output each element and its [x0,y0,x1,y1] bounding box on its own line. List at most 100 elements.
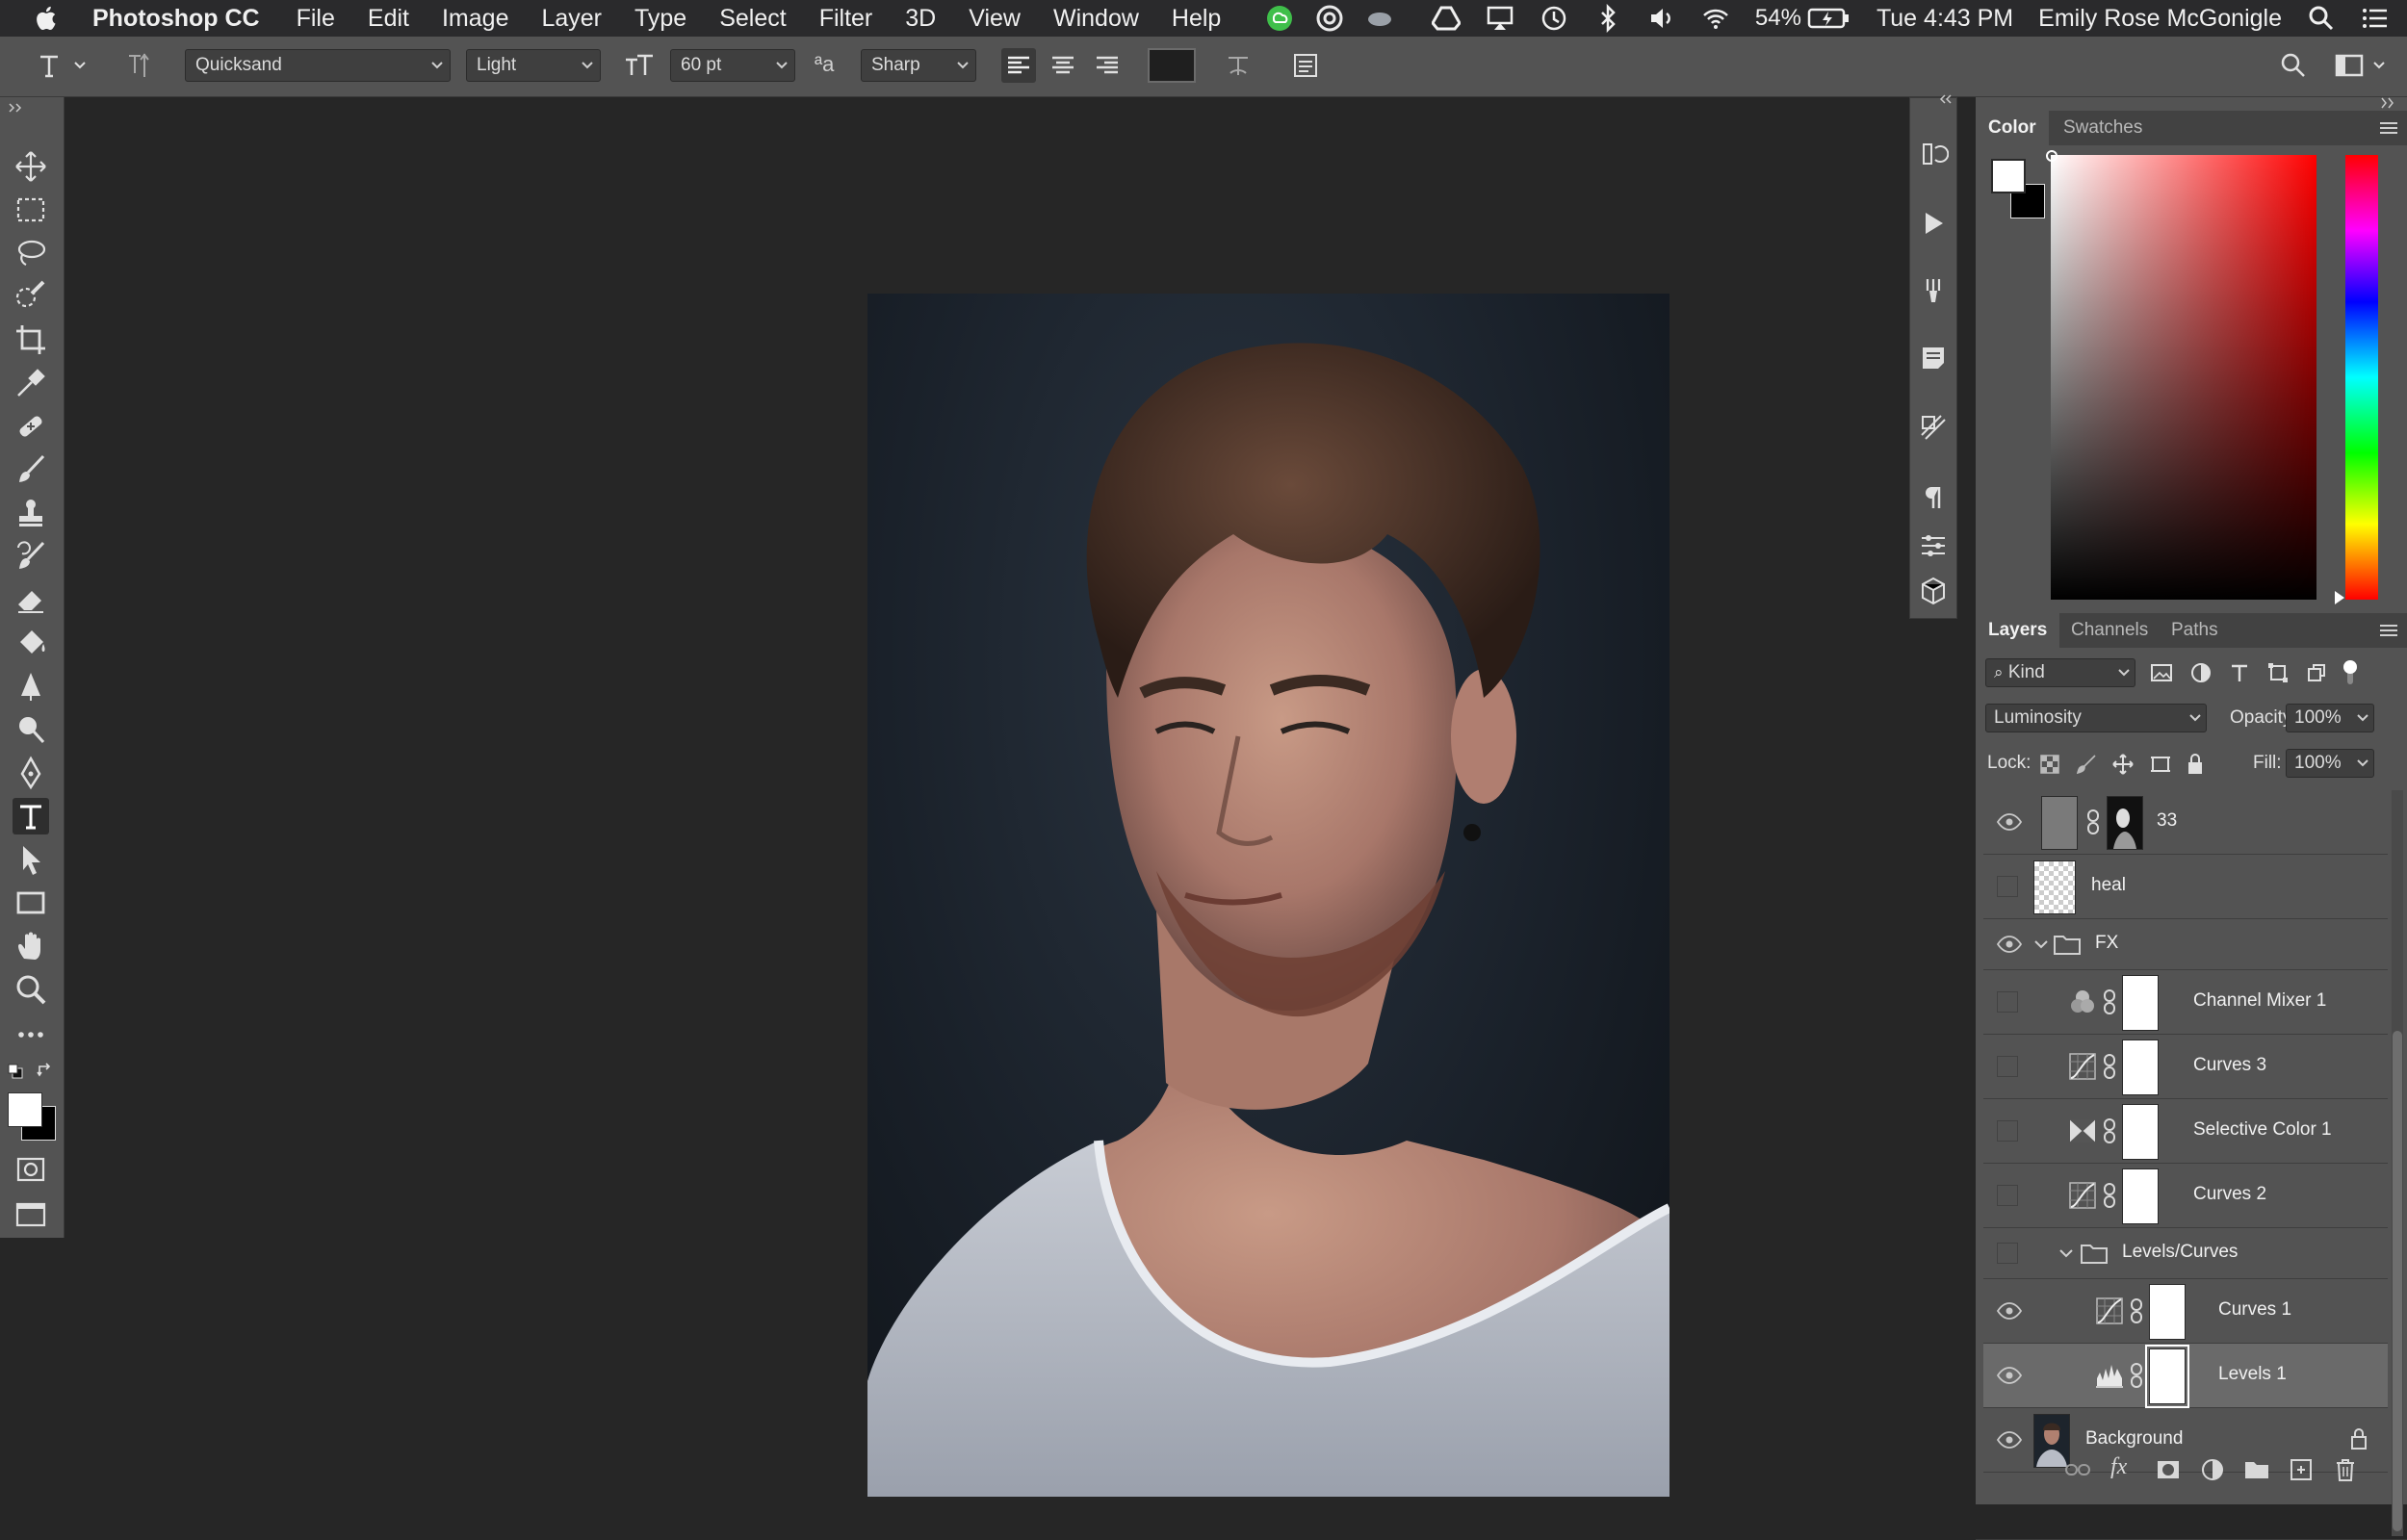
volume-icon[interactable] [1647,4,1676,33]
link-chain-icon[interactable] [2130,1298,2143,1323]
document-canvas-area[interactable] [65,97,1908,1504]
layer-row-curves-2[interactable]: Curves 2 [1983,1164,2388,1228]
menu-image[interactable]: Image [442,5,508,33]
filter-smart-object-icon[interactable] [2305,661,2328,684]
tab-layers[interactable]: Layers [1976,613,2060,648]
more-tools-icon[interactable] [13,1016,49,1053]
workspace-icon[interactable] [2334,50,2365,81]
type-tool-icon[interactable] [13,798,49,834]
hue-slider[interactable] [2345,155,2378,600]
visibility-eye-icon[interactable] [1997,1431,2022,1449]
healing-brush-tool-icon[interactable] [13,408,49,445]
character-panel-icon[interactable] [1290,50,1321,81]
clone-source-icon[interactable] [1918,412,1949,443]
bluetooth-icon[interactable] [1593,4,1622,33]
menu-view[interactable]: View [969,5,1021,33]
workspace-chevron-icon[interactable] [2372,60,2386,71]
notes-panel-icon[interactable] [1918,343,1949,373]
actions-panel-icon[interactable] [1918,208,1949,239]
menu-edit[interactable]: Edit [368,5,409,33]
visibility-toggle-empty[interactable] [1997,1185,2018,1206]
filter-type-icon[interactable] [2228,661,2251,684]
airplay-icon[interactable] [1486,4,1514,33]
crop-tool-icon[interactable] [13,321,49,358]
menu-select[interactable]: Select [719,5,786,33]
layer-row-channel-mixer-1[interactable]: Channel Mixer 1 [1983,970,2388,1035]
current-user[interactable]: Emily Rose McGonigle [2038,5,2282,33]
screen-mode-icon[interactable] [13,1196,49,1233]
layer-row-levels-1[interactable]: Levels 1 [1983,1344,2388,1408]
default-colors-icon[interactable] [8,1064,23,1079]
layer-row-curves-3[interactable]: Curves 3 [1983,1035,2388,1099]
visibility-eye-icon[interactable] [1997,936,2022,953]
lock-image-pixels-icon[interactable] [2076,754,2097,775]
layers-scrollbar-thumb[interactable] [2393,1031,2402,1531]
marquee-tool-icon[interactable] [13,192,49,228]
pen-tool-icon[interactable] [13,755,49,791]
spotlight-search-icon[interactable] [2307,4,2336,33]
filter-toggle-icon[interactable] [2342,659,2359,686]
font-style-select[interactable]: Light [466,49,601,82]
menu-filter[interactable]: Filter [819,5,873,33]
time-machine-icon[interactable] [1540,4,1568,33]
layer-group-fx[interactable]: FX [1983,919,2388,970]
history-panel-icon[interactable] [1918,139,1949,169]
apple-icon[interactable] [33,4,62,33]
visibility-eye-icon[interactable] [1997,1367,2022,1384]
blend-mode-select[interactable]: Luminosity [1985,704,2207,732]
link-chain-icon[interactable] [2103,989,2116,1014]
filter-adjustment-icon[interactable] [2189,661,2213,684]
hand-tool-icon[interactable] [13,928,49,964]
warp-text-icon[interactable] [1223,50,1254,81]
lock-position-icon[interactable] [2112,754,2134,775]
opacity-field[interactable]: 100% [2286,704,2374,732]
document-photo[interactable] [867,294,1669,1497]
layer-row-heal[interactable]: heal [1983,855,2388,919]
visibility-eye-icon[interactable] [1997,813,2022,831]
menu-app-name[interactable]: Photoshop CC [92,5,260,33]
layer-group-levels-curves[interactable]: Levels/Curves [1983,1228,2388,1279]
layer-row-selective-color-1[interactable]: Selective Color 1 [1983,1099,2388,1164]
add-layer-mask-icon[interactable] [2155,1456,2182,1483]
cloud-sync-icon[interactable] [1315,4,1344,33]
link-chain-icon[interactable] [2130,1363,2143,1388]
group-expand-chevron-icon[interactable] [2058,1247,2074,1259]
hue-slider-handle-icon[interactable] [2334,590,2345,605]
layers-panel-menu-icon[interactable] [2378,623,2399,638]
cloud-icon[interactable] [1365,4,1394,33]
dodge-tool-icon[interactable] [13,711,49,748]
menu-help[interactable]: Help [1172,5,1221,33]
visibility-toggle-empty[interactable] [1997,991,2018,1013]
notification-center-icon[interactable] [2361,4,2390,33]
font-size-select[interactable]: 60 pt [670,49,795,82]
lock-all-icon[interactable] [2186,753,2205,776]
layer-row-33[interactable]: 33 [1983,790,2388,855]
link-layers-icon[interactable] [2064,1456,2091,1483]
visibility-toggle-empty[interactable] [1997,876,2018,897]
link-chain-icon[interactable] [2103,1118,2116,1143]
fx-icon[interactable]: fx [2110,1454,2127,1480]
align-right-icon[interactable] [1092,50,1123,81]
wifi-icon[interactable] [1701,4,1730,33]
layer-row-curves-1[interactable]: Curves 1 [1983,1279,2388,1344]
menu-layer[interactable]: Layer [541,5,602,33]
lock-transparent-icon[interactable] [2039,754,2060,775]
tab-channels[interactable]: Channels [2058,613,2161,648]
properties-panel-icon[interactable] [1918,529,1949,560]
clone-stamp-tool-icon[interactable] [13,495,49,531]
visibility-toggle-empty[interactable] [1997,1243,2018,1264]
layer-lock-icon[interactable] [2349,1427,2368,1450]
layer-row-background[interactable]: Background [1983,1408,2388,1473]
menu-3d[interactable]: 3D [905,5,936,33]
filter-pixel-icon[interactable] [2149,661,2174,684]
zoom-tool-icon[interactable] [13,971,49,1008]
collapse-panels-icon[interactable] [2380,97,2395,109]
foreground-color-swatch[interactable] [8,1092,42,1127]
preset-chevron-icon[interactable] [73,60,87,71]
delete-layer-icon[interactable] [2332,1456,2359,1483]
clock[interactable]: Tue 4:43 PM [1876,5,2013,33]
lock-artboard-icon[interactable] [2149,754,2172,775]
3d-panel-icon[interactable] [1918,576,1949,606]
visibility-toggle-empty[interactable] [1997,1120,2018,1142]
filter-shape-icon[interactable] [2266,661,2290,684]
